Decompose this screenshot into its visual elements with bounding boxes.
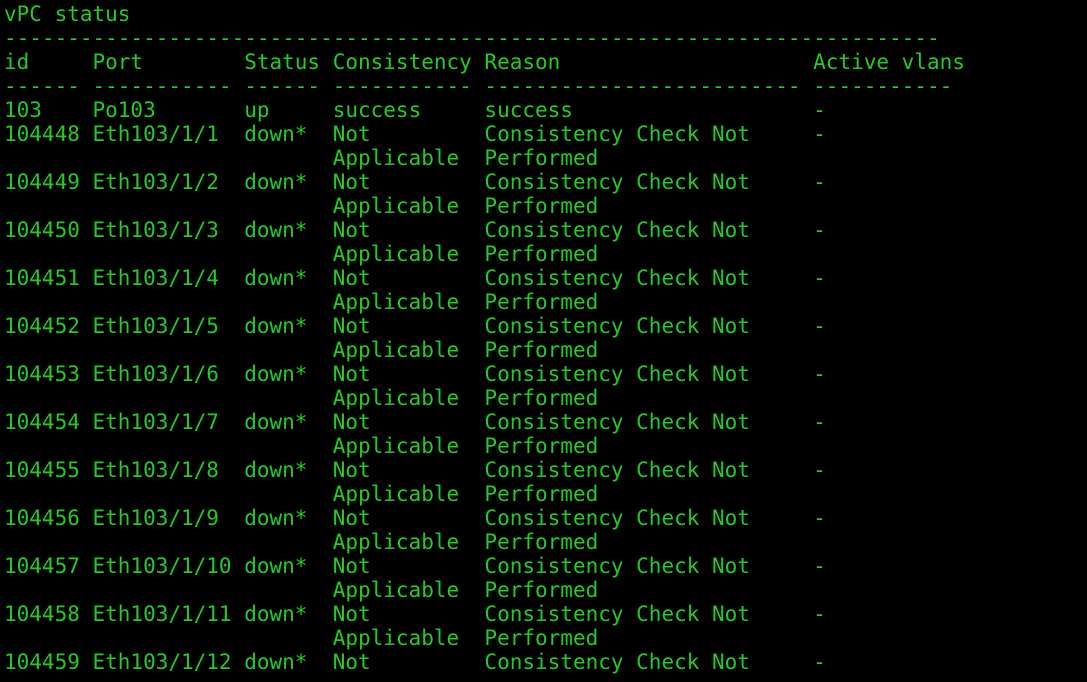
- table-row-continuation: Applicable Performed: [4, 578, 599, 602]
- table-row: 104454 Eth103/1/7 down* Not Consistency …: [4, 410, 826, 434]
- table-body: 103 Po103 up success success -104448 Eth…: [4, 98, 1087, 674]
- table-row: 104452 Eth103/1/5 down* Not Consistency …: [4, 314, 826, 338]
- terminal-screen[interactable]: vPC status -----------------------------…: [0, 0, 1087, 682]
- top-separator-rule: ----------------------------------------…: [4, 26, 940, 50]
- vpc-status-title: vPC status: [4, 2, 1087, 26]
- table-row: 104449 Eth103/1/2 down* Not Consistency …: [4, 170, 826, 194]
- table-row: 104456 Eth103/1/9 down* Not Consistency …: [4, 506, 826, 530]
- table-row: 104455 Eth103/1/8 down* Not Consistency …: [4, 458, 826, 482]
- column-separator-rule: ------ ----------- ------ ----------- --…: [4, 74, 953, 98]
- table-row: 104451 Eth103/1/4 down* Not Consistency …: [4, 266, 826, 290]
- table-row-continuation: Applicable Performed: [4, 242, 599, 266]
- table-row: 104453 Eth103/1/6 down* Not Consistency …: [4, 362, 826, 386]
- table-row-continuation: Applicable Performed: [4, 386, 599, 410]
- table-row-continuation: Applicable Performed: [4, 194, 599, 218]
- table-row: 104450 Eth103/1/3 down* Not Consistency …: [4, 218, 826, 242]
- table-row-continuation: Applicable Performed: [4, 482, 599, 506]
- table-row-continuation: Applicable Performed: [4, 530, 599, 554]
- table-row: 104457 Eth103/1/10 down* Not Consistency…: [4, 554, 826, 578]
- table-row-continuation: Applicable Performed: [4, 626, 599, 650]
- table-row-continuation: Applicable Performed: [4, 434, 599, 458]
- title-text: vPC status: [4, 2, 131, 26]
- table-row: 103 Po103 up success success -: [4, 98, 826, 122]
- table-row-continuation: Applicable Performed: [4, 146, 599, 170]
- table-row: 104459 Eth103/1/12 down* Not Consistency…: [4, 650, 826, 674]
- table-row: 104458 Eth103/1/11 down* Not Consistency…: [4, 602, 826, 626]
- table-row-continuation: Applicable Performed: [4, 290, 599, 314]
- table-row: 104448 Eth103/1/1 down* Not Consistency …: [4, 122, 826, 146]
- table-header-row: id Port Status Consistency Reason Active…: [4, 50, 965, 74]
- table-row-continuation: Applicable Performed: [4, 338, 599, 362]
